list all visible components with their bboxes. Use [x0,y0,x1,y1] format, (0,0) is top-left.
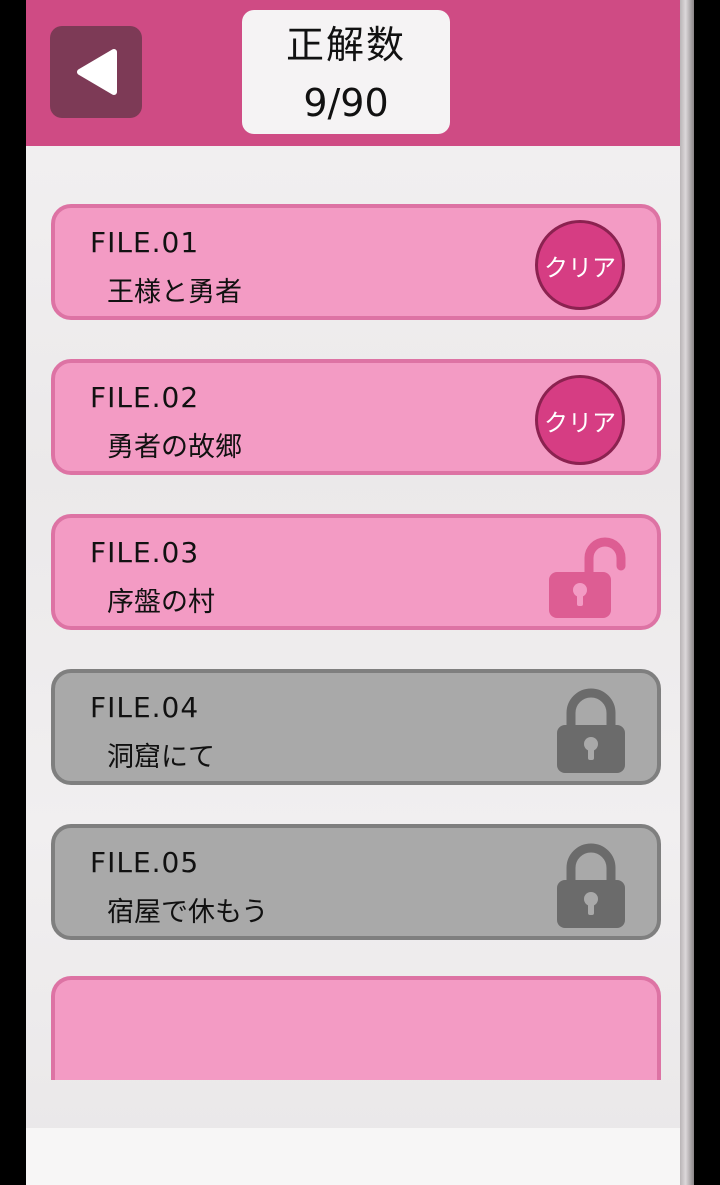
file-card-03[interactable]: FILE.03 序盤の村 [51,514,661,630]
padlock-icon [557,688,625,773]
file-title: 勇者の故郷 [107,432,242,463]
back-button[interactable] [50,26,142,118]
file-title: 王様と勇者 [107,277,242,308]
paper-edge [680,0,694,1185]
file-card-partial[interactable] [51,976,661,1080]
score-title: 正解数 [285,23,406,67]
padlock-icon [557,843,625,928]
file-card-05[interactable]: FILE.05 宿屋で休もう [51,824,661,940]
score-value: 9/90 [303,81,389,125]
file-title: 序盤の村 [107,587,215,618]
file-title: 洞窟にて [107,742,215,773]
back-triangle-icon [77,49,117,95]
file-number: FILE.05 [90,846,200,879]
clear-badge: クリア [535,220,625,310]
clear-badge: クリア [535,375,625,465]
score-box: 正解数 9/90 [242,10,450,134]
file-card-01[interactable]: FILE.01 王様と勇者 クリア [51,204,661,320]
unlocked-padlock-icon [549,537,626,618]
file-number: FILE.04 [90,691,200,724]
paper-background: 正解数 9/90 FILE.01 王様と勇者 クリア FILE.02 勇者の故郷… [26,0,680,1185]
file-card-02[interactable]: FILE.02 勇者の故郷 クリア [51,359,661,475]
file-number: FILE.02 [90,381,200,414]
file-number: FILE.01 [90,226,200,259]
file-title: 宿屋で休もう [107,897,269,928]
file-card-04[interactable]: FILE.04 洞窟にて [51,669,661,785]
header-bar: 正解数 9/90 [26,0,680,146]
bottom-strip [26,1128,680,1185]
file-number: FILE.03 [90,536,200,569]
